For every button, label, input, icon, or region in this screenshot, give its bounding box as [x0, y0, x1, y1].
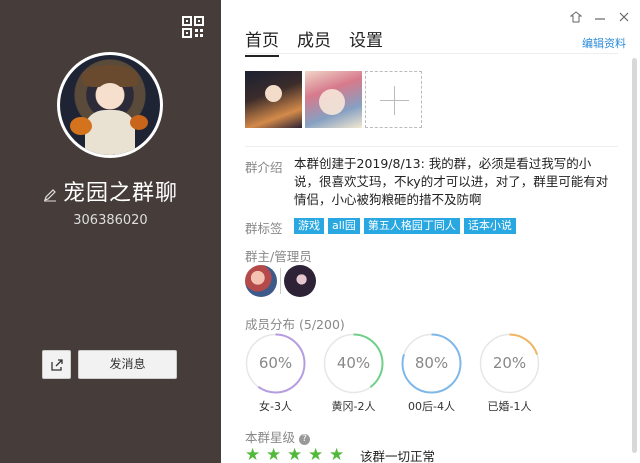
info-icon[interactable]: ?	[299, 434, 311, 445]
distribution-item: 40% 黄冈-2人	[323, 333, 384, 414]
distribution-percent: 20%	[492, 354, 527, 372]
tag-item[interactable]: 第五人格园丁同人	[363, 218, 460, 234]
group-profile-window: 宠园之群聊 306386020 发消息 首页 成员 设置 编辑资料 群介绍 本群…	[0, 0, 640, 463]
admins-label: 群主/管理员	[245, 249, 312, 264]
minimize-icon[interactable]	[594, 8, 606, 20]
level-label-row: 本群星级?	[245, 427, 311, 446]
level-label: 本群星级	[245, 430, 296, 445]
edit-profile-link[interactable]: 编辑资料	[582, 35, 626, 51]
group-photos	[245, 71, 422, 128]
distribution-label: 女-3人	[259, 400, 292, 413]
close-icon[interactable]	[618, 8, 630, 22]
tab-divider	[245, 53, 618, 54]
group-avatar[interactable]	[57, 52, 163, 158]
share-button[interactable]	[42, 350, 71, 379]
tag-item[interactable]: 游戏	[294, 218, 324, 234]
group-photo[interactable]	[245, 71, 302, 128]
admin-avatar[interactable]	[284, 265, 316, 297]
distribution-percent: 60%	[258, 354, 293, 372]
group-avatar-image	[60, 55, 160, 155]
add-photo-button[interactable]	[365, 71, 422, 128]
tags-label: 群标签	[245, 221, 283, 236]
share-icon	[50, 358, 63, 371]
distribution-ring: 80%	[401, 333, 462, 394]
intro-text: 本群创建于2019/8/13: 我的群，必须是看过我写的小说，很喜欢艾玛，不ky…	[294, 156, 609, 207]
group-id: 306386020	[73, 213, 148, 228]
distribution-percent: 80%	[414, 354, 449, 372]
star-rating: ★ ★ ★ ★ ★ 该群一切正常	[245, 446, 435, 463]
group-name: 宠园之群聊	[62, 181, 178, 206]
scrollbar[interactable]	[632, 58, 637, 453]
tag-item[interactable]: all园	[328, 218, 360, 234]
admin-separator	[280, 268, 281, 294]
distribution-item: 80% 00后-4人	[401, 333, 462, 414]
star-icon: ★	[287, 445, 303, 463]
star-icon: ★	[308, 445, 324, 463]
qr-code-icon[interactable]	[182, 16, 204, 38]
distribution-percent: 40%	[336, 354, 371, 372]
distribution-ring: 20%	[479, 333, 540, 394]
tag-item[interactable]: 话本小说	[463, 218, 516, 234]
right-panel: 首页 成员 设置 编辑资料 群介绍 本群创建于2019/8/13: 我的群，必须…	[221, 0, 640, 463]
distribution-item: 60% 女-3人	[245, 333, 306, 414]
star-icon: ★	[245, 445, 261, 463]
distribution-label: 已婚-1人	[487, 400, 532, 413]
tag-list: 游戏 all园 第五人格园丁同人 话本小说	[294, 218, 516, 234]
group-name-row: 宠园之群聊	[0, 175, 221, 207]
skin-icon[interactable]	[569, 8, 583, 23]
admin-list	[245, 265, 316, 297]
level-status: 该群一切正常	[360, 449, 436, 463]
members-count: (5/200)	[299, 317, 345, 332]
intro-label: 群介绍	[245, 160, 283, 175]
member-distribution: 60% 女-3人 40% 黄冈-2人 80% 00后-4人 20% 已婚-1人	[245, 333, 540, 414]
distribution-ring: 40%	[323, 333, 384, 394]
distribution-label: 黄冈-2人	[331, 400, 376, 413]
edit-pencil-icon[interactable]	[43, 187, 57, 202]
distribution-label: 00后-4人	[408, 400, 455, 413]
section-divider	[245, 146, 618, 147]
window-controls	[569, 8, 630, 23]
members-label-text: 成员分布	[245, 317, 296, 332]
members-label: 成员分布 (5/200)	[245, 314, 345, 333]
group-photo[interactable]	[305, 71, 362, 128]
owner-avatar[interactable]	[245, 265, 277, 297]
distribution-ring: 60%	[245, 333, 306, 394]
distribution-item: 20% 已婚-1人	[479, 333, 540, 414]
star-icon: ★	[329, 445, 345, 463]
left-panel: 宠园之群聊 306386020 发消息	[0, 0, 221, 463]
star-icon: ★	[266, 445, 282, 463]
send-message-button[interactable]: 发消息	[78, 350, 177, 379]
